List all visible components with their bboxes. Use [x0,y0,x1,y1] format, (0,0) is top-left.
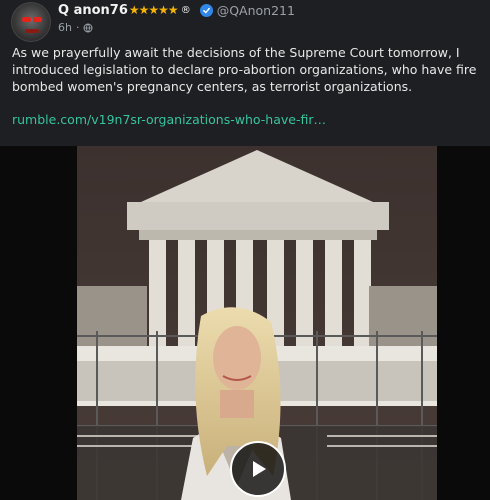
avatar[interactable] [11,2,51,42]
star-rating: ★★★★★ [128,3,179,17]
play-icon [253,461,266,477]
post-body-text: As we prayerfully await the decisions of… [12,45,477,94]
post-timestamp[interactable]: 6h [58,21,72,34]
post-link[interactable]: rumble.com/v19n7sr-organizations-who-hav… [12,112,326,127]
post-card: Q anon76 ★★★★★ ® @QAnon211 6h · As we pr… [0,0,490,146]
post-header: Q anon76 ★★★★★ ® @QAnon211 [58,2,295,18]
post-meta: 6h · [58,21,93,34]
play-button[interactable] [230,441,286,497]
author-handle[interactable]: @QAnon211 [217,3,295,18]
author-display-name[interactable]: Q anon76 [58,3,128,18]
registered-mark: ® [180,4,191,16]
verified-icon [199,3,213,17]
globe-icon [83,23,93,33]
meta-separator: · [75,21,80,34]
